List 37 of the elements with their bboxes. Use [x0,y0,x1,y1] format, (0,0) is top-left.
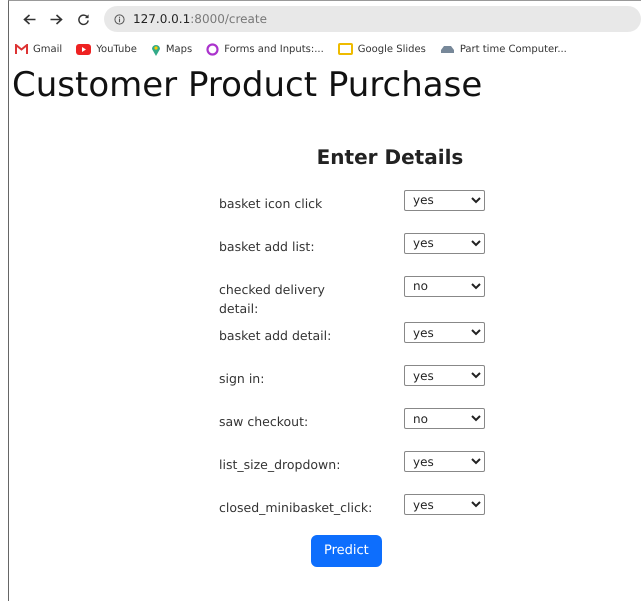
back-icon[interactable] [23,14,36,24]
field-label: closed_minibasket_click: [219,499,372,518]
bookmark[interactable]: Google Slides [338,42,426,56]
field-label: basket add list: [219,238,315,256]
bookmark[interactable]: YouTube [76,42,137,56]
page-title: Customer Product Purchase [12,65,484,106]
bookmark[interactable]: Forms and Inputs:... [206,42,324,56]
slides-icon [338,43,353,55]
dropdown[interactable]: yes [404,365,485,386]
form-title: Enter Details [316,144,464,171]
field-label: basket icon click [219,194,322,213]
bookmark[interactable]: Part time Computer... [440,42,567,56]
dropdown[interactable]: no [404,276,485,297]
bookmark[interactable]: Gmail [15,42,62,56]
dropdown[interactable]: yes [404,451,485,472]
dropdown[interactable]: yes [404,232,485,254]
field-label: saw checkout: [219,413,308,432]
field-label: checked delivery detail: [219,280,326,318]
field-label: basket add detail: [219,327,332,346]
info-icon[interactable] [114,14,125,24]
dropdown[interactable]: no [404,408,485,430]
dropdown[interactable]: yes [404,322,485,344]
bookmark[interactable]: Maps [150,42,192,56]
field-label: sign in: [219,370,264,388]
forward-icon[interactable] [50,14,63,24]
map-pin-icon [150,42,161,56]
dropdown[interactable]: yes [404,190,485,211]
dropdown[interactable]: yes [404,494,485,516]
car-icon [440,44,455,54]
predict-button[interactable]: Predict [311,535,382,567]
ring-icon [206,42,220,56]
reload-icon[interactable] [77,12,90,26]
play-icon [76,44,92,54]
field-label: list_size_dropdown: [219,456,340,474]
address-text: 127.0.0.1:8000/create [133,11,267,28]
address-bar[interactable]: 127.0.0.1:8000/create [104,6,641,32]
mail-icon [15,44,28,54]
